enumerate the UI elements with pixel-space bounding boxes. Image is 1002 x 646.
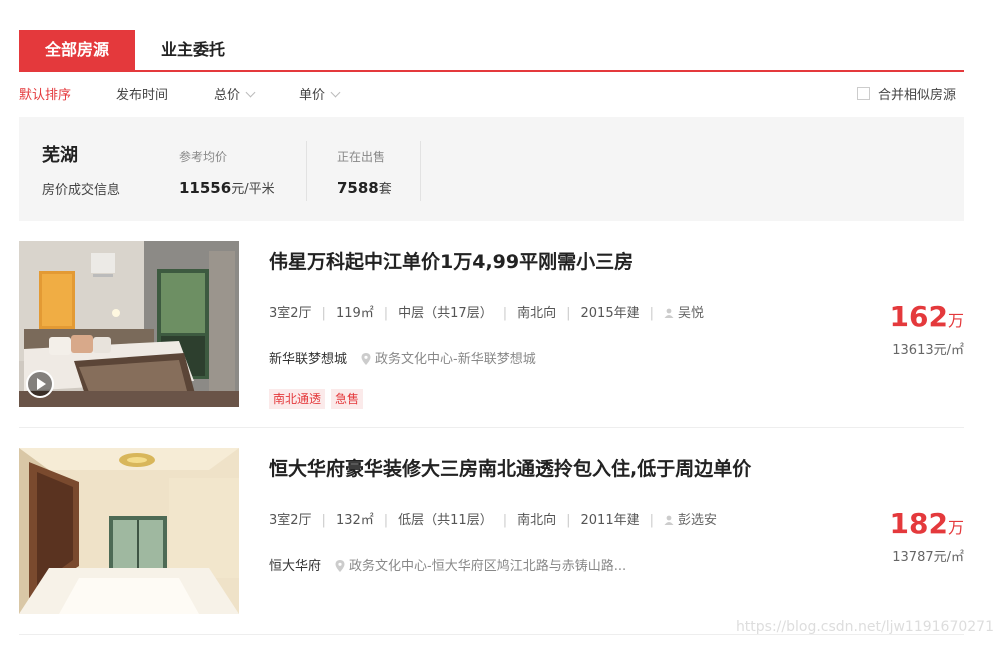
sort-publish-time[interactable]: 发布时间 (116, 86, 168, 106)
agent-name: 吴悦 (677, 306, 704, 321)
listing-location: 新华联梦想城 政务文化中心-新华联梦想城 (269, 348, 536, 367)
city-name: 芜湖 (42, 145, 78, 166)
build-year: 2011年建 (580, 513, 640, 528)
floor-level: 中层（共17层） (398, 306, 493, 321)
divider (306, 141, 307, 201)
tag: 南北通透 (269, 389, 326, 409)
chevron-down-icon (330, 87, 341, 98)
listing-tags: 南北通透 急售 (269, 388, 369, 409)
total-price-unit: 万 (947, 518, 964, 537)
total-price-number: 182 (889, 507, 948, 540)
person-icon (664, 515, 674, 525)
chevron-down-icon (245, 87, 256, 98)
agent-name: 彭选安 (677, 513, 717, 528)
agent[interactable]: 彭选安 (664, 513, 717, 528)
merge-similar-checkbox[interactable] (856, 87, 870, 100)
on-sale-unit: 套 (378, 182, 392, 197)
location-pin-icon (361, 353, 371, 365)
listing-attributes: 3室2厅 | 119㎡ | 中层（共17层） | 南北向 | 2015年建 | 吴悦 (269, 306, 704, 321)
listing-item: 恒大华府豪华装修大三房南北通透拎包入住,低于周边单价 3室2厅 | 132㎡ | 低层（… (19, 448, 964, 635)
agent[interactable]: 吴悦 (664, 306, 704, 321)
tag: 急售 (331, 389, 364, 409)
listing-tabs: 全部房源 业主委托 (19, 30, 964, 72)
living-room-photo (19, 448, 239, 614)
unit-price: 13787元/㎡ (892, 550, 964, 565)
on-sale-number: 7588 (337, 179, 379, 197)
address-link[interactable]: 政务文化中心-恒大华府区鸠江北路与赤铸山路... (335, 559, 626, 574)
person-icon (664, 308, 674, 318)
sort-default[interactable]: 默认排序 (19, 86, 71, 106)
on-sale-value: 7588套 (337, 178, 392, 197)
listing-location: 恒大华府 政务文化中心-恒大华府区鸠江北路与赤铸山路... (269, 555, 626, 574)
total-price: 162万 (890, 301, 964, 337)
location-pin-icon (335, 560, 345, 572)
address-text: 政务文化中心-新华联梦想城 (375, 352, 536, 367)
sort-unit-price-label: 单价 (299, 88, 326, 103)
listing-title[interactable]: 恒大华府豪华装修大三房南北通透拎包入住,低于周边单价 (269, 454, 751, 481)
watermark: https://blog.csdn.net/ljw1191670271 (735, 619, 994, 635)
unit-price: 13613元/㎡ (892, 343, 964, 358)
community-name[interactable]: 新华联梦想城 (269, 352, 347, 367)
tab-all-listings[interactable]: 全部房源 (19, 30, 135, 70)
floor-level: 低层（共11层） (398, 513, 493, 528)
orientation: 南北向 (517, 513, 557, 528)
tab-owner-listings[interactable]: 业主委托 (139, 30, 247, 70)
room-layout: 3室2厅 (269, 513, 312, 528)
merge-similar-toggle[interactable]: 合并相似房源 (856, 86, 956, 106)
listing-attributes: 3室2厅 | 132㎡ | 低层（共11层） | 南北向 | 2011年建 | 彭选安 (269, 513, 717, 528)
orientation: 南北向 (517, 306, 557, 321)
total-price-unit: 万 (947, 311, 964, 330)
merge-similar-label: 合并相似房源 (877, 88, 956, 103)
room-layout: 3室2厅 (269, 306, 312, 321)
listing-photo[interactable] (19, 448, 239, 614)
sort-total-price[interactable]: 总价 (214, 86, 256, 106)
address-text: 政务文化中心-恒大华府区鸠江北路与赤铸山路... (349, 559, 627, 574)
divider (420, 141, 421, 201)
avg-price-number: 11556 (179, 179, 232, 197)
video-play-icon[interactable] (25, 369, 55, 399)
on-sale-label: 正在出售 (337, 150, 386, 164)
avg-price-unit: 元/平米 (231, 182, 275, 197)
sort-total-price-label: 总价 (214, 88, 241, 103)
listing-price: 162万 13613元/㎡ (890, 301, 964, 359)
avg-price-label: 参考均价 (179, 150, 228, 164)
price-history-link[interactable]: 房价成交信息 (42, 179, 120, 198)
market-stats-panel: 芜湖 房价成交信息 参考均价 11556元/平米 正在出售 7588套 (19, 117, 964, 221)
build-year: 2015年建 (580, 306, 640, 321)
total-price-number: 162 (889, 300, 948, 333)
floor-area: 119㎡ (335, 306, 374, 321)
sort-bar: 默认排序 发布时间 总价 单价 合并相似房源 (19, 86, 964, 108)
sort-unit-price[interactable]: 单价 (299, 86, 341, 106)
listing-price: 182万 13787元/㎡ (890, 508, 964, 566)
address-link[interactable]: 政务文化中心-新华联梦想城 (361, 352, 536, 367)
listing-item: 伟星万科起中江单价1万4,99平刚需小三房 3室2厅 | 119㎡ | 中层（共17层）… (19, 241, 964, 428)
listing-photo[interactable] (19, 241, 239, 407)
total-price: 182万 (890, 508, 964, 544)
floor-area: 132㎡ (335, 513, 374, 528)
community-name[interactable]: 恒大华府 (269, 559, 321, 574)
listing-title[interactable]: 伟星万科起中江单价1万4,99平刚需小三房 (269, 247, 633, 274)
avg-price-value: 11556元/平米 (179, 178, 275, 197)
